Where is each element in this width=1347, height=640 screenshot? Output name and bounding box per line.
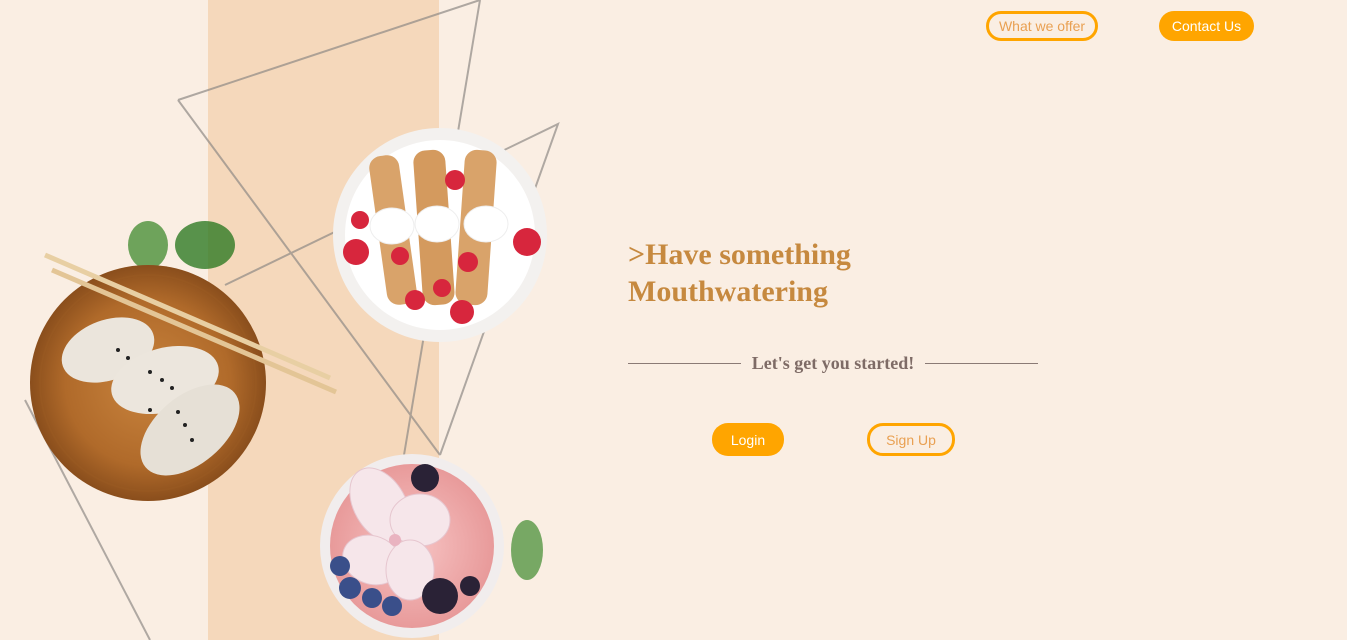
login-button[interactable]: Login: [712, 423, 784, 456]
sign-up-button[interactable]: Sign Up: [867, 423, 955, 456]
headline-line-2: Mouthwatering: [628, 275, 828, 308]
hero-food-illustration: [24, 0, 560, 640]
tagline: Let's get you started!: [751, 352, 915, 373]
smoothie-bowl-image: [320, 454, 504, 638]
tagline-row: Let's get you started!: [628, 352, 1038, 374]
what-we-offer-button[interactable]: What we offer: [986, 11, 1098, 41]
hero-headline: >Have something Mouthwatering: [628, 236, 851, 310]
headline-line-1: >Have something: [628, 238, 851, 271]
contact-us-button[interactable]: Contact Us: [1159, 11, 1254, 41]
dumplings-bowl-image: [30, 252, 337, 501]
divider-left: [628, 362, 741, 364]
divider-right: [925, 362, 1038, 364]
crepes-plate-image: [333, 128, 547, 342]
